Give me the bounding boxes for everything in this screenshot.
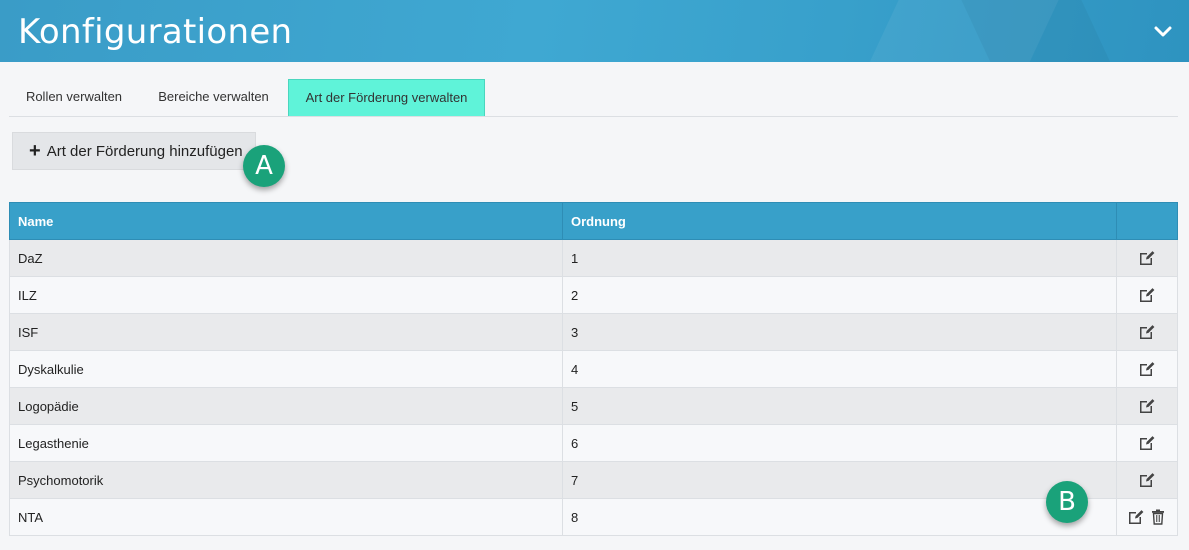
table-row: Psychomotorik 7 [9,461,1178,499]
cell-name: ILZ [9,276,563,314]
cell-order: 6 [562,424,1117,462]
chevron-down-icon[interactable] [1153,21,1173,41]
cell-actions [1116,239,1178,277]
table-row: DaZ 1 [9,239,1178,277]
column-header-actions [1116,202,1178,240]
trash-icon[interactable] [1149,508,1167,526]
cell-actions [1116,461,1178,499]
cell-name: Dyskalkulie [9,350,563,388]
plus-icon: + [29,140,41,162]
foerderung-table: Name Ordnung DaZ 1 ILZ 2 ISF 3 Dyskalkulie 4 Log… [9,202,1178,536]
cell-order: 7 [562,461,1117,499]
add-foerderung-button[interactable]: + Art der Förderung hinzufügen [12,132,256,170]
column-header-name[interactable]: Name [9,202,563,240]
cell-name: NTA [9,498,563,536]
cell-name: Logopädie [9,387,563,425]
cell-actions [1116,424,1178,462]
cell-name: ISF [9,313,563,351]
annotation-badge-a: A [243,145,285,187]
table-row: NTA 8 [9,498,1178,536]
add-button-label: Art der Förderung hinzufügen [46,142,243,160]
tab-bereiche-verwalten[interactable]: Bereiche verwalten [141,79,286,115]
cell-actions [1116,276,1178,314]
cell-order: 3 [562,313,1117,351]
edit-icon[interactable] [1138,249,1156,267]
cell-actions [1116,498,1178,536]
cell-actions [1116,313,1178,351]
cell-order: 2 [562,276,1117,314]
cell-order: 1 [562,239,1117,277]
table-row: Legasthenie 6 [9,424,1178,462]
edit-icon[interactable] [1138,434,1156,452]
cell-name: Psychomotorik [9,461,563,499]
cell-order: 4 [562,350,1117,388]
edit-icon[interactable] [1138,286,1156,304]
edit-icon[interactable] [1138,471,1156,489]
cell-actions [1116,387,1178,425]
page-header: Konfigurationen [0,0,1189,62]
table-header-row: Name Ordnung [9,202,1178,240]
edit-icon[interactable] [1127,508,1145,526]
annotation-badge-b: B [1046,481,1088,523]
cell-name: DaZ [9,239,563,277]
table-row: ISF 3 [9,313,1178,351]
page-title: Konfigurationen [18,12,293,52]
tab-bar: Rollen verwalten Bereiche verwalten Art … [9,79,1178,117]
table-row: Logopädie 5 [9,387,1178,425]
cell-name: Legasthenie [9,424,563,462]
tab-rollen-verwalten[interactable]: Rollen verwalten [9,79,139,115]
cell-order: 8 [562,498,1117,536]
table-row: Dyskalkulie 4 [9,350,1178,388]
table-row: ILZ 2 [9,276,1178,314]
cell-order: 5 [562,387,1117,425]
edit-icon[interactable] [1138,323,1156,341]
edit-icon[interactable] [1138,360,1156,378]
column-header-order[interactable]: Ordnung [562,202,1117,240]
cell-actions [1116,350,1178,388]
tab-art-der-foerderung-verwalten[interactable]: Art der Förderung verwalten [288,79,485,116]
edit-icon[interactable] [1138,397,1156,415]
